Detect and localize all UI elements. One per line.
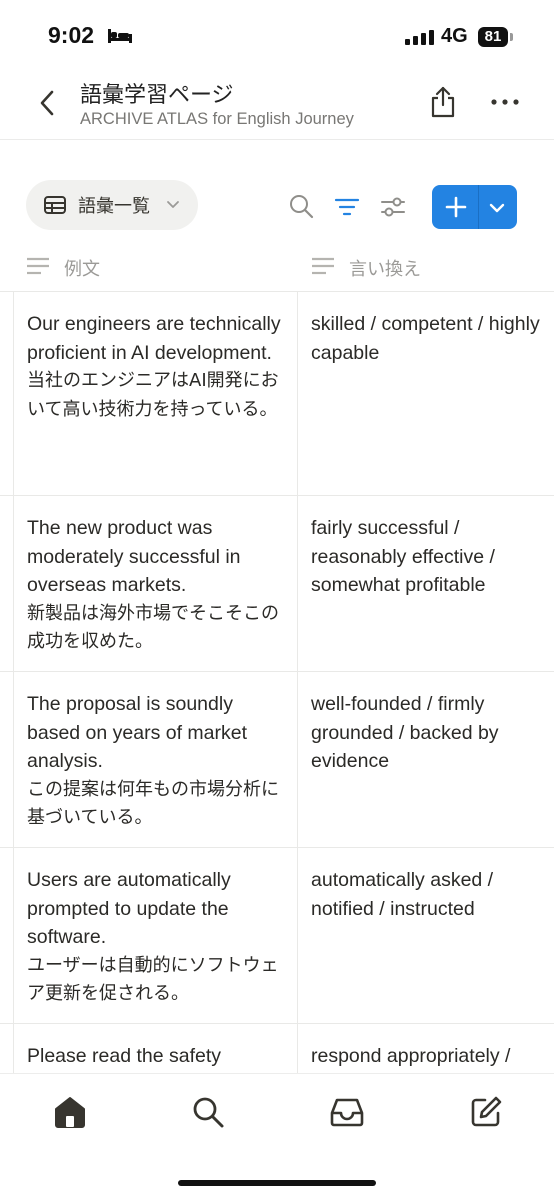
paraphrase-cell[interactable]: automatically asked / notified / instruc… [311,866,549,923]
table-row[interactable]: Users are automatically prompted to upda… [27,866,289,1009]
text-property-icon [312,257,334,275]
example-sentence-ja: ユーザーは自動的にソフトウェア更新を促される。 [27,954,279,1005]
row-divider [0,671,554,672]
example-sentence-ja: この提案は何年もの市場分析に基づいている。 [27,778,279,829]
text-property-icon [27,257,49,275]
back-chevron-icon[interactable] [34,88,60,118]
status-time: 9:02 [48,22,95,48]
inbox-icon[interactable] [329,1094,365,1130]
search-icon[interactable] [190,1094,226,1130]
table-row[interactable]: The proposal is soundly based on years o… [27,690,289,833]
row-divider [0,1023,554,1024]
example-sentence-en: Users are automatically prompted to upda… [27,869,231,948]
more-options-icon[interactable] [490,98,520,106]
row-divider [0,495,554,496]
page-title: 語彙学習ページ [80,83,234,108]
compose-icon[interactable] [468,1094,504,1130]
paraphrase-cell[interactable]: fairly successful / reasonably effective… [311,514,549,600]
table-row[interactable]: Our engineers are technically proficient… [27,310,289,424]
battery-icon: 81 [478,27,508,47]
example-sentence-ja: 当社のエンジニアはAI開発において高い技術力を持っている。 [27,370,279,420]
paraphrase-cell[interactable]: well-founded / firmly grounded / backed … [311,690,549,776]
search-icon[interactable] [288,193,314,219]
filter-icon[interactable] [334,197,360,217]
example-sentence-en: Our engineers are technically proficient… [27,313,281,364]
home-icon[interactable] [52,1094,88,1130]
table-view-icon [44,196,66,214]
table-border [0,291,554,292]
example-sentence-en: The new product was moderately successfu… [27,517,241,596]
share-icon[interactable] [428,84,458,118]
home-indicator[interactable] [178,1180,376,1186]
view-name: 語彙一覧 [78,196,150,217]
column-header-example[interactable]: 例文 [64,255,100,281]
sliders-icon[interactable] [380,196,406,218]
table-row[interactable]: Please read the safety [27,1042,289,1071]
example-sentence-en: Please read the safety [27,1045,222,1067]
example-sentence-en: The proposal is soundly based on years o… [27,693,248,772]
sleep-focus-icon [108,29,132,43]
cell-signal-icon [405,30,434,45]
paraphrase-cell[interactable]: respond appropriately / [311,1042,554,1071]
column-divider [13,291,14,1073]
chevron-down-icon [167,201,179,208]
row-divider [0,847,554,848]
page-subtitle: ARCHIVE ATLAS for English Journey [80,110,354,128]
battery-tip [510,33,513,41]
column-divider [297,291,298,1073]
new-button-separator [478,185,479,229]
network-type: 4G [441,25,468,47]
plus-icon[interactable] [444,195,468,219]
column-header-paraphrase[interactable]: 言い換え [349,255,421,281]
paraphrase-cell[interactable]: skilled / competent / highly capable [311,310,549,367]
header-divider [0,139,554,140]
example-sentence-ja: 新製品は海外市場でそこそこの成功を収めた。 [27,602,279,653]
table-row[interactable]: The new product was moderately successfu… [27,514,289,657]
chevron-down-icon[interactable] [488,202,506,214]
